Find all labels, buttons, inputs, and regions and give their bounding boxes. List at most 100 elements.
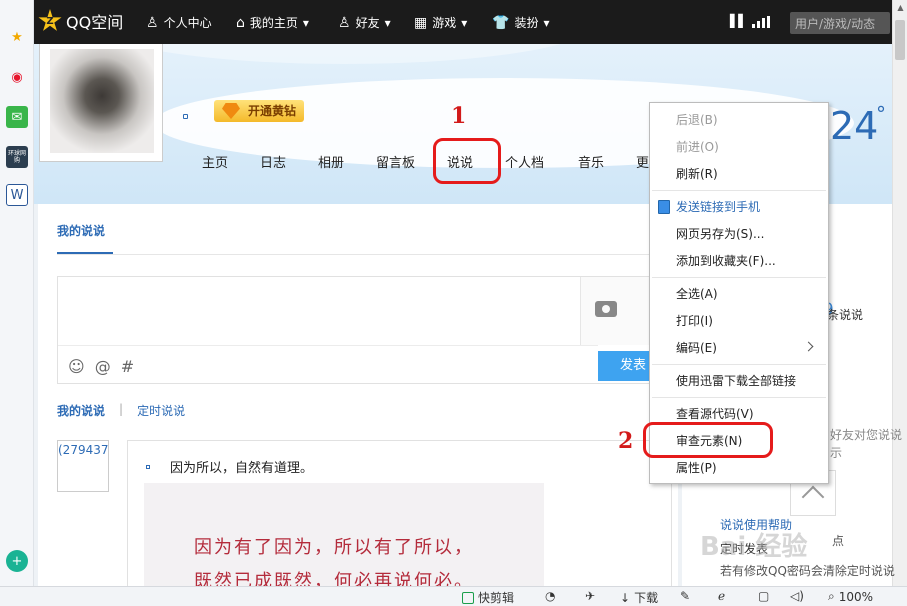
chevron-down-icon: ▾ [461,15,468,30]
annotation-ring-2 [643,422,773,458]
zone-tab-guestbook[interactable]: 留言板 [376,152,415,171]
sound-icon[interactable]: ◁) [790,589,804,603]
qzone-top-bar: Z QQ空间 ♙ 个人中心 ⌂ 我的主页 ▾ ♙ 好友 ▾ ▦ 游戏 ▾ 👕 装… [34,0,892,44]
logo-text: QQ空间 [66,13,124,32]
broken-image-alt: (2794371 [58,443,109,457]
menu-encoding[interactable]: 编码(E) [650,335,828,361]
bullet-dot [146,465,150,469]
camera-icon[interactable] [595,301,617,317]
clip-icon [462,591,474,604]
weibo-icon[interactable]: ◉ [6,66,28,88]
nav-label: 游戏 [432,16,457,30]
nav-personal-center[interactable]: ♙ 个人中心 [146,14,212,31]
qzone-star-icon: Z [38,9,62,31]
quick-clip-button[interactable]: 快剪辑 [462,589,514,606]
download-label: 下载 [634,591,659,605]
shopping-tile-icon[interactable]: 环球网购 [6,146,28,168]
nav-dress-up[interactable]: 👕 装扮 ▾ [492,14,549,31]
chevron-down-icon: ▾ [384,15,391,30]
menu-save-as[interactable]: 网页另存为(S)... [650,221,828,247]
chevron-down-icon: ▾ [302,15,309,30]
user-icon: ♙ [146,14,159,31]
annotation-number-2: 2 [618,428,634,454]
favorites-star-icon[interactable]: ★ [6,26,28,48]
zone-tab-album[interactable]: 相册 [318,152,344,171]
qzone-logo[interactable]: Z QQ空间 [38,9,123,33]
mail-icon[interactable]: ✉ [6,106,28,128]
shuoshuo-composer[interactable]: ☺ @ # 发表 [57,276,668,384]
chevron-up-icon [801,485,825,509]
menu-thunder-download[interactable]: 使用迅雷下载全部链接 [650,368,828,394]
ie-icon[interactable]: ℯ [718,589,725,603]
zone-tab-home[interactable]: 主页 [202,152,228,171]
menu-print[interactable]: 打印(I) [650,308,828,334]
diamond-icon [222,103,240,119]
zone-tab-profile[interactable]: 个人档 [505,152,544,171]
friends-icon: ♙ [338,14,351,31]
menu-forward: 前进(O) [676,140,719,154]
word-doc-icon[interactable]: W [6,184,28,206]
browser-status-bar: 快剪辑 ◔ ✈ ↓ 下载 ✎ ℯ ▢ ◁) ⌕ 100% [0,586,907,606]
menu-separator [652,397,826,398]
post-author-avatar[interactable]: (2794371 [57,440,109,492]
zone-tab-blog[interactable]: 日志 [260,152,286,171]
shuoshuo-subtabs: 我的说说 | 定时说说 [57,402,185,419]
composer-divider [58,345,598,346]
page-scrollbar[interactable]: ▲ [892,0,907,586]
shirt-icon: 👕 [492,14,510,31]
banner-wave [94,44,594,64]
zoom-icon: ⌕ [828,589,835,603]
menu-label: 编码(E) [676,341,717,355]
mention-icon[interactable]: @ [95,357,111,376]
zoom-control[interactable]: ⌕ 100% [828,589,873,604]
subtab-mine[interactable]: 我的说说 [57,402,105,419]
nav-label: 个人中心 [163,16,212,30]
shuoshuo-count-label: 条说说 [827,308,864,322]
scroll-up-arrow-icon[interactable]: ▲ [893,0,907,16]
baidu-watermark: Bai 经验 [700,532,808,562]
nav-label: 好友 [355,16,380,30]
composer-toolbar: ☺ @ # [68,357,134,376]
add-app-icon[interactable]: + [6,550,28,572]
home-icon: ⌂ [236,14,245,31]
post-card: 因为所以，自然有道理。 因为有了因为，所以有了所以， 既然已成既然，何必再说何必… [127,440,672,587]
hashtag-icon[interactable]: # [121,357,134,376]
nav-friends[interactable]: ♙ 好友 ▾ [338,14,391,31]
menu-select-all[interactable]: 全选(A) [650,281,828,307]
subtab-scheduled[interactable]: 定时说说 [137,402,185,419]
nav-label: 装扮 [514,16,539,30]
grid-icon: ▦ [414,14,428,31]
signal-icon[interactable] [752,16,770,28]
help-item: 若有修改QQ密码会清除定时说说 [720,564,895,578]
layout-icon[interactable]: ▢ [758,589,769,603]
bullet-dot [183,114,188,119]
menu-back: 后退(B) [676,113,718,127]
profile-avatar[interactable] [39,44,163,162]
side-tip-text: 好友对您说说 [830,428,903,442]
zone-tab-music[interactable]: 音乐 [578,152,604,171]
nav-games[interactable]: ▦ 游戏 ▾ [414,14,467,31]
zone-tab-more[interactable]: 更 [636,152,649,171]
tab-divider [57,254,657,255]
nav-my-home[interactable]: ⌂ 我的主页 ▾ [236,14,309,31]
menu-properties[interactable]: 属性(P) [650,455,828,481]
menu-send-link-to-phone[interactable]: 发送链接到手机 [650,194,828,220]
post-photo[interactable]: 因为有了因为，所以有了所以， 既然已成既然，何必再说何必。 [144,483,544,587]
emoji-icon[interactable]: ☺ [68,357,85,376]
scroll-thumb[interactable] [895,20,905,60]
weather-degree: ° [876,102,886,126]
menu-add-favorite[interactable]: 添加到收藏夹(F)... [650,248,828,274]
speed-icon[interactable]: ◔ [545,589,555,603]
search-input[interactable]: 用户/游戏/动态 [790,12,890,34]
chevron-down-icon: ▾ [543,15,550,30]
my-shuoshuo-tab[interactable]: 我的说说 [57,222,105,239]
edit-icon[interactable]: ✎ [680,589,690,603]
download-button[interactable]: ↓ 下载 [620,589,658,606]
open-vip-button[interactable]: 开通黄钻 [214,100,305,122]
handwriting-line: 因为有了因为，所以有了所以， [194,537,474,558]
menu-refresh[interactable]: 刷新(R) [650,161,828,187]
pause-icon[interactable]: ▌▌ [730,14,747,28]
pin-icon[interactable]: ✈ [585,589,595,603]
tab-active-underline [57,252,113,254]
phone-send-icon [658,200,670,214]
